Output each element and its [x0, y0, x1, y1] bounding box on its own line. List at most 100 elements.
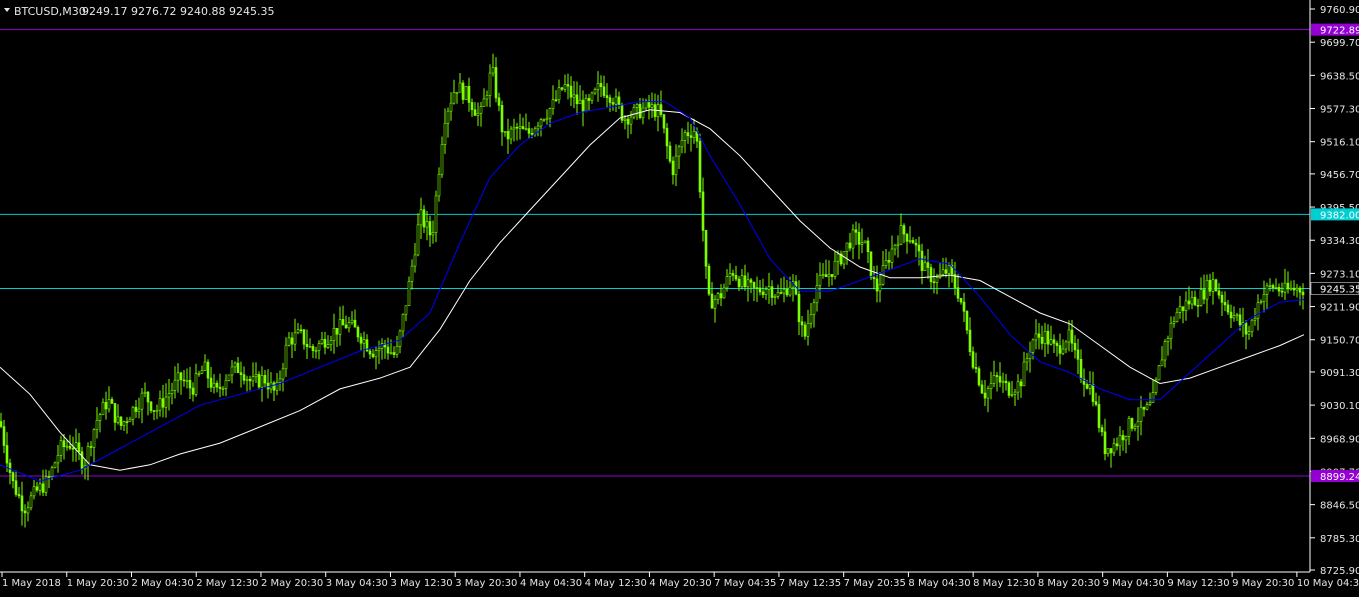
candle-body: [1049, 339, 1053, 345]
candle-body: [947, 264, 951, 274]
candle-body: [866, 240, 870, 253]
candle-body: [260, 375, 264, 388]
candle-body: [815, 285, 819, 304]
candle-body: [863, 240, 867, 244]
candle-body: [167, 393, 171, 398]
candle-body: [236, 362, 240, 373]
candle-body: [1079, 358, 1083, 380]
candle-body: [962, 301, 966, 312]
candle-body: [341, 319, 345, 326]
candle-body: [1187, 300, 1191, 305]
candle-body: [875, 278, 879, 292]
candle-body: [584, 97, 588, 112]
candle-body: [461, 82, 465, 100]
candle-body: [758, 287, 762, 293]
candle-body: [1163, 341, 1167, 361]
candle-body: [797, 293, 801, 323]
candle-body: [332, 328, 336, 341]
candle-body: [899, 225, 903, 245]
candle-body: [719, 293, 723, 299]
candle-body: [344, 324, 348, 329]
candle-body: [1100, 427, 1104, 433]
candle-body: [1250, 319, 1254, 332]
candle-body: [650, 104, 654, 108]
candle-body: [1052, 339, 1056, 344]
candle-body: [1145, 404, 1149, 410]
candle-body: [467, 85, 471, 103]
candle-body: [818, 274, 822, 286]
candle-body: [638, 104, 642, 118]
candle-body: [62, 440, 66, 448]
candle-body: [482, 98, 486, 107]
candle-body: [311, 346, 315, 351]
candle-body: [803, 324, 807, 337]
candle-body: [95, 420, 99, 430]
candle-body: [848, 242, 852, 249]
candle-body: [2, 426, 6, 446]
candle-body: [1184, 300, 1188, 311]
candle-body: [398, 330, 402, 347]
candle-body: [500, 105, 504, 133]
candle-body: [1262, 294, 1266, 303]
chart-canvas[interactable]: BTCUSD,M30 9249.17 9276.72 9240.88 9245.…: [0, 0, 1359, 597]
candle-body: [851, 229, 855, 249]
chart-background: [0, 0, 1359, 597]
candle-body: [1229, 311, 1233, 319]
candle-body: [251, 376, 255, 382]
candle-body: [1139, 406, 1143, 422]
candle-body: [554, 99, 558, 102]
candle-body: [122, 421, 126, 426]
price-chart[interactable]: BTCUSD,M30 9249.17 9276.72 9240.88 9245.…: [0, 0, 1359, 597]
candle-body: [1094, 401, 1098, 405]
candle-body: [362, 339, 366, 344]
candle-body: [449, 102, 453, 112]
candle-body: [68, 445, 72, 449]
candle-body: [98, 414, 102, 421]
candle-body: [1067, 329, 1071, 343]
candle-body: [986, 388, 990, 399]
y-tick-label: 9456.70: [1320, 170, 1359, 181]
candle-body: [1244, 322, 1248, 335]
x-tick-label: 8 May 04:30: [908, 578, 970, 589]
candle-body: [974, 367, 978, 369]
candle-body: [1280, 290, 1284, 293]
x-tick-label: 4 May 04:30: [520, 578, 582, 589]
candle-body: [608, 97, 612, 103]
candle-body: [755, 287, 759, 289]
candle-body: [416, 224, 420, 256]
candle-body: [335, 328, 339, 335]
candle-body: [599, 83, 603, 88]
candle-body: [503, 131, 507, 133]
y-tick-label: 9699.70: [1320, 38, 1359, 49]
y-tick-label: 8785.30: [1320, 534, 1359, 545]
candle-body: [596, 83, 600, 90]
candle-body: [896, 243, 900, 246]
candle-body: [1070, 329, 1074, 344]
candle-body: [350, 319, 354, 323]
candle-body: [872, 277, 876, 280]
candle-body: [1205, 279, 1209, 300]
candle-body: [275, 382, 279, 391]
candle-body: [404, 305, 408, 315]
candle-body: [140, 392, 144, 410]
candle-body: [845, 242, 849, 252]
candle-body: [215, 382, 219, 388]
candle-body: [110, 399, 114, 404]
candle-body: [911, 240, 915, 244]
candle-body: [1034, 333, 1038, 341]
candle-body: [569, 85, 573, 98]
x-tick-label: 1 May 20:30: [67, 578, 129, 589]
candle-body: [710, 293, 714, 309]
candle-body: [1301, 291, 1305, 296]
y-tick-label: 9150.70: [1320, 336, 1359, 347]
candle-body: [908, 240, 912, 242]
y-tick-label: 8968.90: [1320, 434, 1359, 445]
candle-body: [239, 372, 243, 375]
candle-body: [1253, 317, 1257, 321]
candle-body: [419, 209, 423, 226]
chart-header: BTCUSD,M30 9249.17 9276.72 9240.88 9245.…: [4, 5, 274, 18]
candle-body: [593, 89, 597, 94]
x-tick-label: 10 May 04:30: [1297, 578, 1359, 589]
candle-body: [137, 408, 141, 412]
candle-body: [1022, 361, 1026, 387]
